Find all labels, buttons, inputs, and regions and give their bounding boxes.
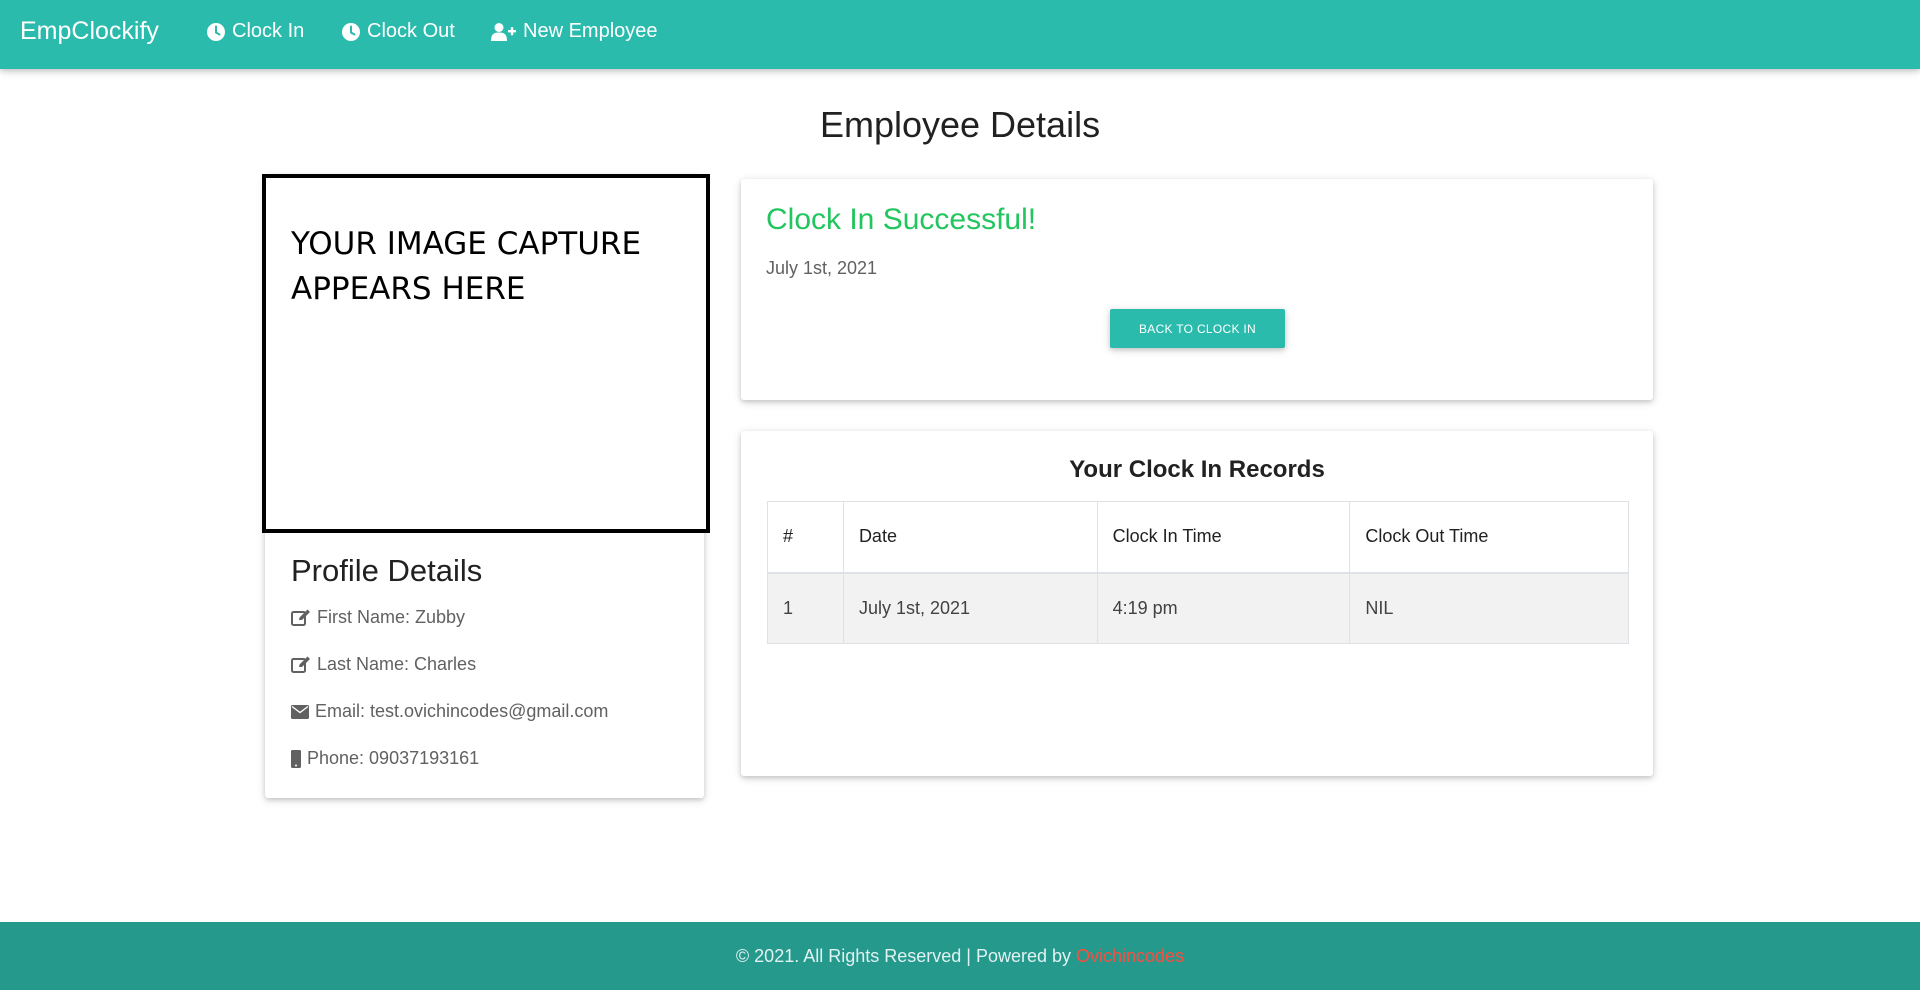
back-to-clock-in-button[interactable]: BACK TO CLOCK IN [1110, 309, 1285, 348]
records-title: Your Clock In Records [1069, 456, 1325, 483]
envelope-icon [291, 704, 309, 719]
profile-last-name: Last Name: Charles [291, 654, 476, 675]
footer-text: © 2021. All Rights Reserved | Powered by [735, 945, 1072, 966]
image-capture-text: YOUR IMAGE CAPTURE APPEARS HERE [291, 226, 642, 307]
last-name-text: Last Name: Charles [317, 654, 477, 674]
page-title: Employee Details [819, 104, 1101, 145]
footer-link[interactable]: Ovichincodes [1076, 946, 1184, 967]
phone-text: Phone: 09037193161 [307, 748, 480, 768]
edit-icon [291, 656, 311, 674]
user-plus-icon [491, 22, 517, 42]
nav-new-employee-link[interactable]: New Employee [491, 20, 658, 43]
cell-clock-in-time: 4:19 pm [1096, 572, 1351, 644]
table-header-row: # Date Clock In Time Clock Out Time [767, 501, 1629, 573]
nav-clock-in-label: Clock In [232, 20, 305, 42]
nav-clock-out-label: Clock Out [367, 20, 455, 42]
clock-in-records-table: # Date Clock In Time Clock Out Time 1 Ju… [767, 501, 1629, 644]
column-header-clock-in-time: Clock In Time [1096, 501, 1351, 573]
clock-in-date: July 1st, 2021 [766, 258, 878, 278]
clock-icon [341, 22, 361, 42]
first-name-text: First Name: Zubby [317, 607, 466, 627]
column-header-date: Date [842, 501, 1098, 573]
profile-email: Email: test.ovichincodes@gmail.com [291, 701, 608, 722]
mobile-icon [291, 749, 301, 768]
edit-icon [291, 609, 311, 627]
clock-in-success-title: Clock In Successful! [766, 203, 1037, 236]
nav-new-employee-label: New Employee [523, 20, 658, 42]
email-text: Email: test.ovichincodes@gmail.com [315, 701, 609, 721]
image-capture-placeholder: YOUR IMAGE CAPTURE APPEARS HERE [262, 174, 710, 533]
navbar: EmpClockify Clock In Clock Out New Emplo… [0, 0, 1920, 69]
nav-clock-out-link[interactable]: Clock Out [341, 20, 455, 43]
column-header-number: # [767, 501, 844, 573]
cell-number: 1 [767, 572, 844, 644]
nav-clock-in-link[interactable]: Clock In [206, 20, 304, 43]
clock-icon [206, 22, 226, 42]
cell-date: July 1st, 2021 [842, 572, 1098, 644]
table-row: 1 July 1st, 2021 4:19 pm NIL [767, 572, 1629, 644]
profile-details-title: Profile Details [291, 553, 483, 588]
brand-link[interactable]: EmpClockify [20, 17, 159, 46]
profile-phone: Phone: 09037193161 [291, 748, 479, 769]
column-header-clock-out-time: Clock Out Time [1349, 501, 1629, 573]
footer: © 2021. All Rights Reserved | Powered by… [0, 922, 1920, 990]
cell-clock-out-time: NIL [1349, 572, 1629, 644]
profile-first-name: First Name: Zubby [291, 607, 465, 628]
